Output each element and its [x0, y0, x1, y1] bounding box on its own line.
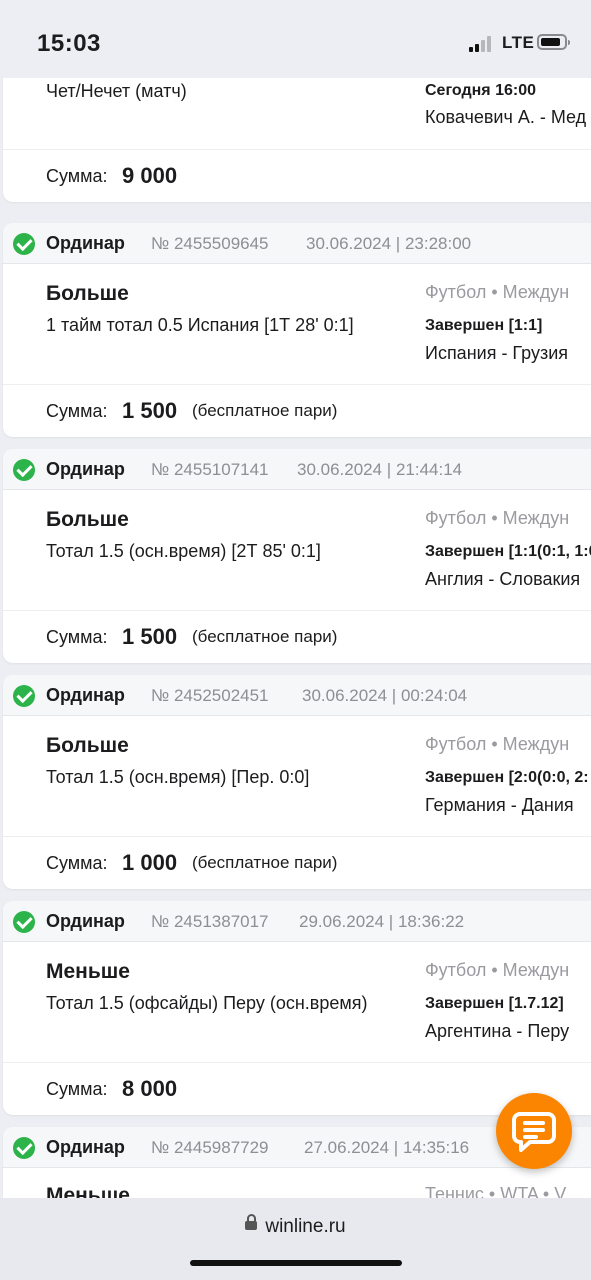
check-circle-icon [13, 1137, 35, 1159]
bet-card-header: Ординар № 2451387017 29.06.2024 | 18:36:… [3, 901, 591, 942]
bet-card-footer: Сумма: 1 500 (бесплатное пари) [3, 611, 591, 663]
bet-match: Ковачевич А. - Мед [425, 107, 587, 127]
bet-card-header: Ординар № 2455509645 30.06.2024 | 23:28:… [3, 223, 591, 264]
battery-icon [537, 34, 570, 50]
bet-card-footer: Сумма: 1 000 (бесплатное пари) [3, 837, 591, 889]
bet-type: Ординар [46, 459, 125, 479]
bet-number: № 2445987729 [151, 1138, 269, 1157]
bet-outcome: Больше [46, 282, 129, 305]
status-bar: 15:03 LTE [0, 0, 591, 78]
bet-card-body: Меньше Тотал 1.5 (офсайды) Перу (осн.вре… [3, 942, 591, 1063]
sum-label: Сумма: [46, 401, 108, 421]
bet-card-header: Ординар № 2455107141 30.06.2024 | 21:44:… [3, 449, 591, 490]
bet-type: Ординар [46, 911, 125, 931]
bet-match: Германия - Дания [425, 795, 574, 815]
bet-number: № 2452502451 [151, 686, 269, 705]
bet-card-body: Меньше Теннис • WTA • V [3, 1168, 591, 1198]
status-time: 15:03 [37, 30, 101, 57]
bet-status: Завершен [1:1] [425, 317, 543, 334]
bet-card-header: Ординар № 2452502451 30.06.2024 | 00:24:… [3, 675, 591, 716]
bet-card[interactable]: Ординар № 2455509645 30.06.2024 | 23:28:… [3, 223, 591, 437]
bet-date: 30.06.2024 | 23:28:00 [306, 234, 472, 253]
bet-status: Сегодня 16:00 [425, 82, 536, 99]
bet-card[interactable]: Ординар № 2455107141 30.06.2024 | 21:44:… [3, 449, 591, 663]
sum-label: Сумма: [46, 853, 108, 873]
bet-history-feed[interactable]: Чет/Нечет (матч) Сегодня 16:00 Ковачевич… [0, 78, 591, 1198]
bet-outcome: Меньше [46, 960, 130, 983]
url-text: winline.ru [265, 1216, 346, 1237]
bet-outcome: Больше [46, 508, 129, 531]
bet-outcome: Больше [46, 734, 129, 757]
bet-market: Тотал 1.5 (осн.время) [2Т 85' 0:1] [46, 541, 321, 561]
home-indicator[interactable] [190, 1260, 402, 1266]
sum-value: 9 000 [122, 163, 178, 188]
bet-match: Аргентина - Перу [425, 1021, 570, 1041]
free-bet-note: (бесплатное пари) [192, 853, 338, 872]
bet-type: Ординар [46, 1137, 125, 1157]
chat-bubble-icon [512, 1112, 556, 1152]
bet-date: 27.06.2024 | 14:35:16 [304, 1138, 470, 1157]
bet-sport: Футбол • Междун [425, 282, 570, 302]
check-circle-icon [13, 685, 35, 707]
bet-market: Тотал 1.5 (осн.время) [Пер. 0:0] [46, 767, 310, 787]
sum-value: 1 000 [122, 850, 178, 875]
sum-value: 1 500 [122, 624, 178, 649]
free-bet-note: (бесплатное пари) [192, 401, 338, 420]
signal-icon [469, 36, 495, 52]
bet-card-footer: Сумма: 1 500 (бесплатное пари) [3, 385, 591, 437]
sum-label: Сумма: [46, 627, 108, 647]
bet-status: Завершен [1.7.12] [425, 995, 564, 1012]
bet-date: 29.06.2024 | 18:36:22 [299, 912, 465, 931]
lock-icon [245, 1214, 258, 1231]
bet-card-body: Больше Тотал 1.5 (осн.время) [2Т 85' 0:1… [3, 490, 591, 611]
bet-status: Завершен [1:1(0:1, 1:0 [425, 543, 591, 560]
sum-label: Сумма: [46, 1079, 108, 1099]
bet-number: № 2455107141 [151, 460, 269, 479]
bet-card-footer: Сумма: 9 000 [3, 150, 591, 202]
bet-match: Испания - Грузия [425, 343, 569, 363]
bet-card-partial[interactable]: Чет/Нечет (матч) Сегодня 16:00 Ковачевич… [3, 78, 591, 202]
check-circle-icon [13, 911, 35, 933]
sum-label: Сумма: [46, 166, 108, 186]
bet-match: Англия - Словакия [425, 569, 581, 589]
bet-card[interactable]: Ординар № 2452502451 30.06.2024 | 00:24:… [3, 675, 591, 889]
sum-value: 1 500 [122, 398, 178, 423]
bet-market: 1 тайм тотал 0.5 Испания [1Т 28' 0:1] [46, 315, 354, 335]
bet-market: Чет/Нечет (матч) [46, 81, 187, 101]
bet-sport: Футбол • Междун [425, 960, 570, 980]
bet-number: № 2451387017 [151, 912, 269, 931]
bet-date: 30.06.2024 | 21:44:14 [297, 460, 463, 479]
check-circle-icon [13, 233, 35, 255]
bet-card-body: Больше Тотал 1.5 (осн.время) [Пер. 0:0] … [3, 716, 591, 837]
browser-address-bar[interactable]: winline.ru [0, 1198, 591, 1280]
bet-sport: Футбол • Междун [425, 508, 570, 528]
bet-sport: Футбол • Междун [425, 734, 570, 754]
bet-date: 30.06.2024 | 00:24:04 [302, 686, 468, 705]
bet-card-body: Больше 1 тайм тотал 0.5 Испания [1Т 28' … [3, 264, 591, 385]
check-circle-icon [13, 459, 35, 481]
bet-sport: Теннис • WTA • V [425, 1184, 567, 1198]
bet-status: Завершен [2:0(0:0, 2: [425, 769, 589, 786]
bet-card-body: Чет/Нечет (матч) Сегодня 16:00 Ковачевич… [3, 78, 591, 150]
url-display[interactable]: winline.ru [0, 1214, 591, 1238]
bet-card[interactable]: Ординар № 2451387017 29.06.2024 | 18:36:… [3, 901, 591, 1115]
bet-outcome: Меньше [46, 1184, 130, 1198]
bet-type: Ординар [46, 233, 125, 253]
sum-value: 8 000 [122, 1076, 178, 1101]
bet-number: № 2455509645 [151, 234, 269, 253]
bet-type: Ординар [46, 685, 125, 705]
bet-market: Тотал 1.5 (офсайды) Перу (осн.время) [46, 993, 368, 1013]
network-type: LTE [502, 33, 535, 52]
free-bet-note: (бесплатное пари) [192, 627, 338, 646]
chat-button[interactable] [496, 1093, 572, 1169]
